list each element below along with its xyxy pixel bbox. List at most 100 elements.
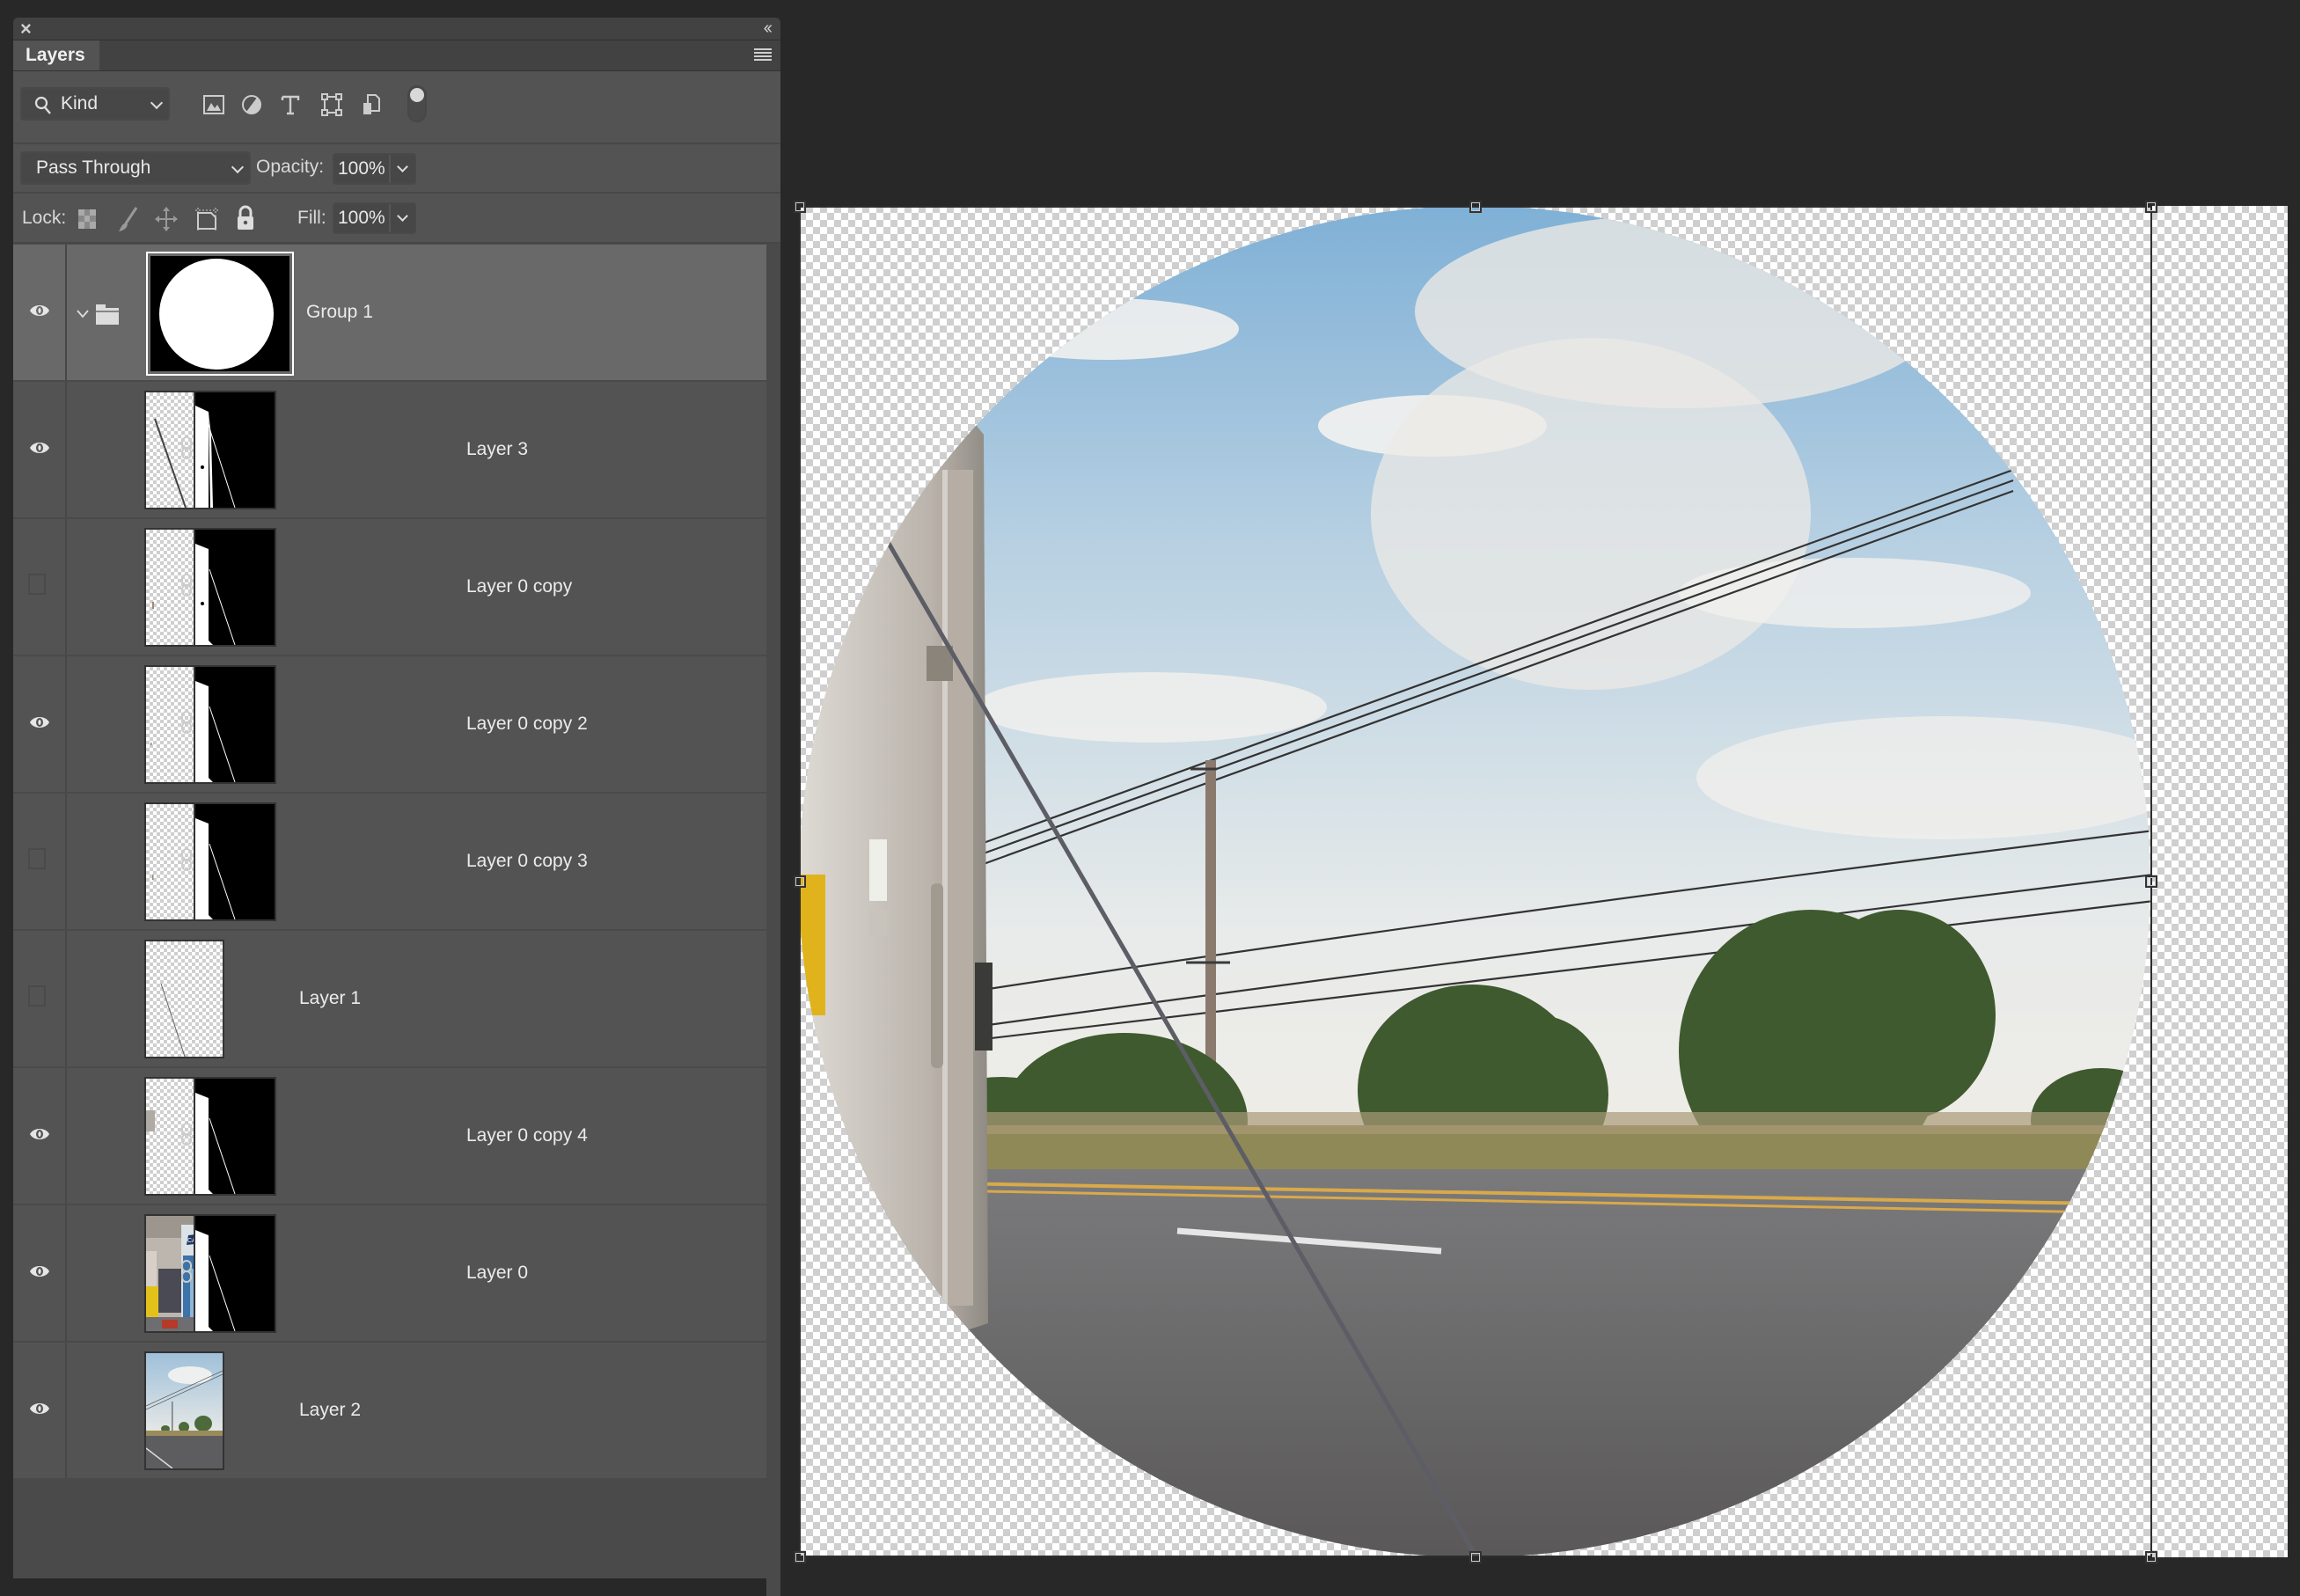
- transform-handle-bottom-left[interactable]: [794, 1551, 806, 1563]
- visibility-toggle[interactable]: [13, 245, 67, 380]
- expand-chevron-icon[interactable]: [77, 310, 89, 318]
- grass-tips: [799, 1112, 2150, 1134]
- tail-light-strip: [931, 883, 943, 1068]
- filter-toggle-switch[interactable]: [407, 85, 427, 122]
- layer-mask-thumbnail[interactable]: [194, 1214, 276, 1333]
- hidden-visibility-box[interactable]: [28, 574, 46, 595]
- visibility-toggle[interactable]: [13, 656, 67, 792]
- eye-icon[interactable]: [29, 303, 50, 318]
- layer-name[interactable]: Layer 2: [299, 1343, 361, 1478]
- hidden-visibility-box[interactable]: [28, 985, 46, 1007]
- layer-row-layer-3[interactable]: Layer 3: [13, 382, 766, 519]
- line-stroke-thumbnail: [160, 983, 186, 1057]
- transform-handle-top-center[interactable]: [1469, 201, 1482, 213]
- lock-artboard-icon[interactable]: [194, 206, 220, 232]
- transform-handle-top-left[interactable]: [794, 201, 806, 213]
- door-handle: [869, 839, 887, 901]
- lock-row: Lock: Fill: 100%: [13, 194, 780, 244]
- filter-kind-dropdown[interactable]: Kind: [20, 87, 170, 121]
- layer-name[interactable]: Layer 0 copy: [466, 519, 572, 655]
- layers-list: Group 1 Layer 3 Layer 0 copy Layer 0 cop…: [13, 245, 766, 1480]
- layer-name[interactable]: Layer 0: [466, 1205, 528, 1341]
- layer-row-layer-0-copy-3[interactable]: Layer 0 copy 3: [13, 794, 766, 931]
- layer-row-group-1[interactable]: Group 1: [13, 245, 766, 382]
- lock-image-pixels-icon[interactable]: [117, 206, 140, 232]
- eye-icon[interactable]: [29, 440, 50, 456]
- folder-icon: [96, 304, 119, 325]
- layer-name[interactable]: Layer 1: [299, 931, 361, 1066]
- panel-menu-icon[interactable]: [754, 48, 772, 62]
- layer-name[interactable]: Layer 0 copy 2: [466, 656, 588, 792]
- layer-row-layer-0-copy-2[interactable]: Layer 0 copy 2: [13, 656, 766, 794]
- blend-row: Pass Through Opacity: 100%: [13, 144, 780, 194]
- layer-name[interactable]: Group 1: [306, 245, 373, 380]
- mask-shape: [195, 406, 236, 508]
- tab-layers[interactable]: Layers: [13, 40, 99, 70]
- hidden-visibility-box[interactable]: [28, 848, 46, 869]
- document-canvas[interactable]: [799, 206, 2288, 1557]
- smart-object-filter-icon[interactable]: [360, 92, 385, 117]
- mask-link-icon[interactable]: [180, 1122, 193, 1146]
- layer-name[interactable]: Layer 0 copy 3: [466, 794, 588, 929]
- eye-icon[interactable]: [29, 714, 50, 730]
- layer-row-layer-2[interactable]: Layer 2: [13, 1343, 766, 1480]
- mask-link-icon[interactable]: [180, 847, 193, 872]
- layer-thumbnail[interactable]: [144, 940, 224, 1058]
- layer-row-layer-1[interactable]: Layer 1: [13, 931, 766, 1068]
- panel-title-bar: × ‹‹: [13, 18, 780, 40]
- visibility-toggle[interactable]: [13, 382, 67, 517]
- layer-row-layer-0[interactable]: CAMCO Layer 0: [13, 1205, 766, 1343]
- mask-shape: [195, 1093, 236, 1194]
- chevron-down-icon: [150, 96, 164, 110]
- lock-all-icon[interactable]: [235, 205, 256, 231]
- layer-mask-thumbnail[interactable]: [194, 528, 276, 647]
- layer-row-layer-0-copy-4[interactable]: Layer 0 copy 4: [13, 1068, 766, 1205]
- mask-link-icon[interactable]: [180, 436, 193, 460]
- layer-name[interactable]: Layer 0 copy 4: [466, 1068, 588, 1204]
- layer-mask-thumbnail[interactable]: [194, 1077, 276, 1196]
- type-layer-filter-icon[interactable]: [278, 92, 303, 117]
- group-mask-thumbnail-frame[interactable]: [146, 252, 294, 376]
- layer-row-layer-0-copy[interactable]: Layer 0 copy: [13, 519, 766, 656]
- opacity-value[interactable]: 100%: [334, 155, 391, 183]
- layer-name[interactable]: Layer 3: [466, 382, 528, 517]
- transform-handle-bottom-right[interactable]: [2145, 1551, 2157, 1563]
- eye-icon[interactable]: [29, 1263, 50, 1279]
- eye-icon[interactable]: [29, 1401, 50, 1417]
- visibility-toggle[interactable]: [13, 931, 67, 1066]
- lock-transparent-pixels-icon[interactable]: [77, 207, 98, 231]
- trailer-bracket: [975, 963, 993, 1051]
- chevron-down-icon[interactable]: [397, 161, 408, 172]
- eye-icon[interactable]: [29, 1126, 50, 1142]
- layers-scrollbar[interactable]: [766, 245, 780, 1596]
- layer-mask-thumbnail[interactable]: [194, 802, 276, 921]
- transform-handle-middle-left[interactable]: [794, 875, 806, 888]
- layer-mask-thumbnail[interactable]: [194, 391, 276, 509]
- mask-link-icon[interactable]: [180, 710, 193, 735]
- opacity-label: Opacity:: [256, 157, 325, 177]
- blend-mode-dropdown[interactable]: Pass Through: [20, 151, 251, 185]
- close-panel-button[interactable]: ×: [20, 18, 32, 40]
- visibility-toggle[interactable]: [13, 1068, 67, 1204]
- mask-link-icon[interactable]: [180, 1259, 193, 1284]
- visibility-toggle[interactable]: [13, 1343, 67, 1478]
- layer-thumbnail[interactable]: [144, 1351, 224, 1470]
- visibility-toggle[interactable]: [13, 1205, 67, 1341]
- fill-value[interactable]: 100%: [334, 204, 391, 232]
- layer-mask-thumbnail[interactable]: [194, 665, 276, 784]
- lock-label: Lock:: [22, 208, 67, 228]
- fill-field[interactable]: 100%: [333, 202, 416, 234]
- transform-handle-bottom-center[interactable]: [1469, 1551, 1482, 1563]
- opacity-field[interactable]: 100%: [333, 153, 416, 185]
- chevron-down-icon[interactable]: [397, 210, 408, 222]
- lock-position-icon[interactable]: [154, 206, 179, 232]
- transform-handle-middle-right[interactable]: [2145, 875, 2157, 888]
- mask-link-icon[interactable]: [180, 573, 193, 597]
- transform-handle-top-right[interactable]: [2145, 201, 2157, 213]
- shape-layer-filter-icon[interactable]: [319, 92, 344, 117]
- collapse-panel-button[interactable]: ‹‹: [764, 18, 773, 40]
- visibility-toggle[interactable]: [13, 794, 67, 929]
- pixel-layer-filter-icon[interactable]: [201, 92, 226, 117]
- visibility-toggle[interactable]: [13, 519, 67, 655]
- adjustment-layer-filter-icon[interactable]: [239, 92, 264, 117]
